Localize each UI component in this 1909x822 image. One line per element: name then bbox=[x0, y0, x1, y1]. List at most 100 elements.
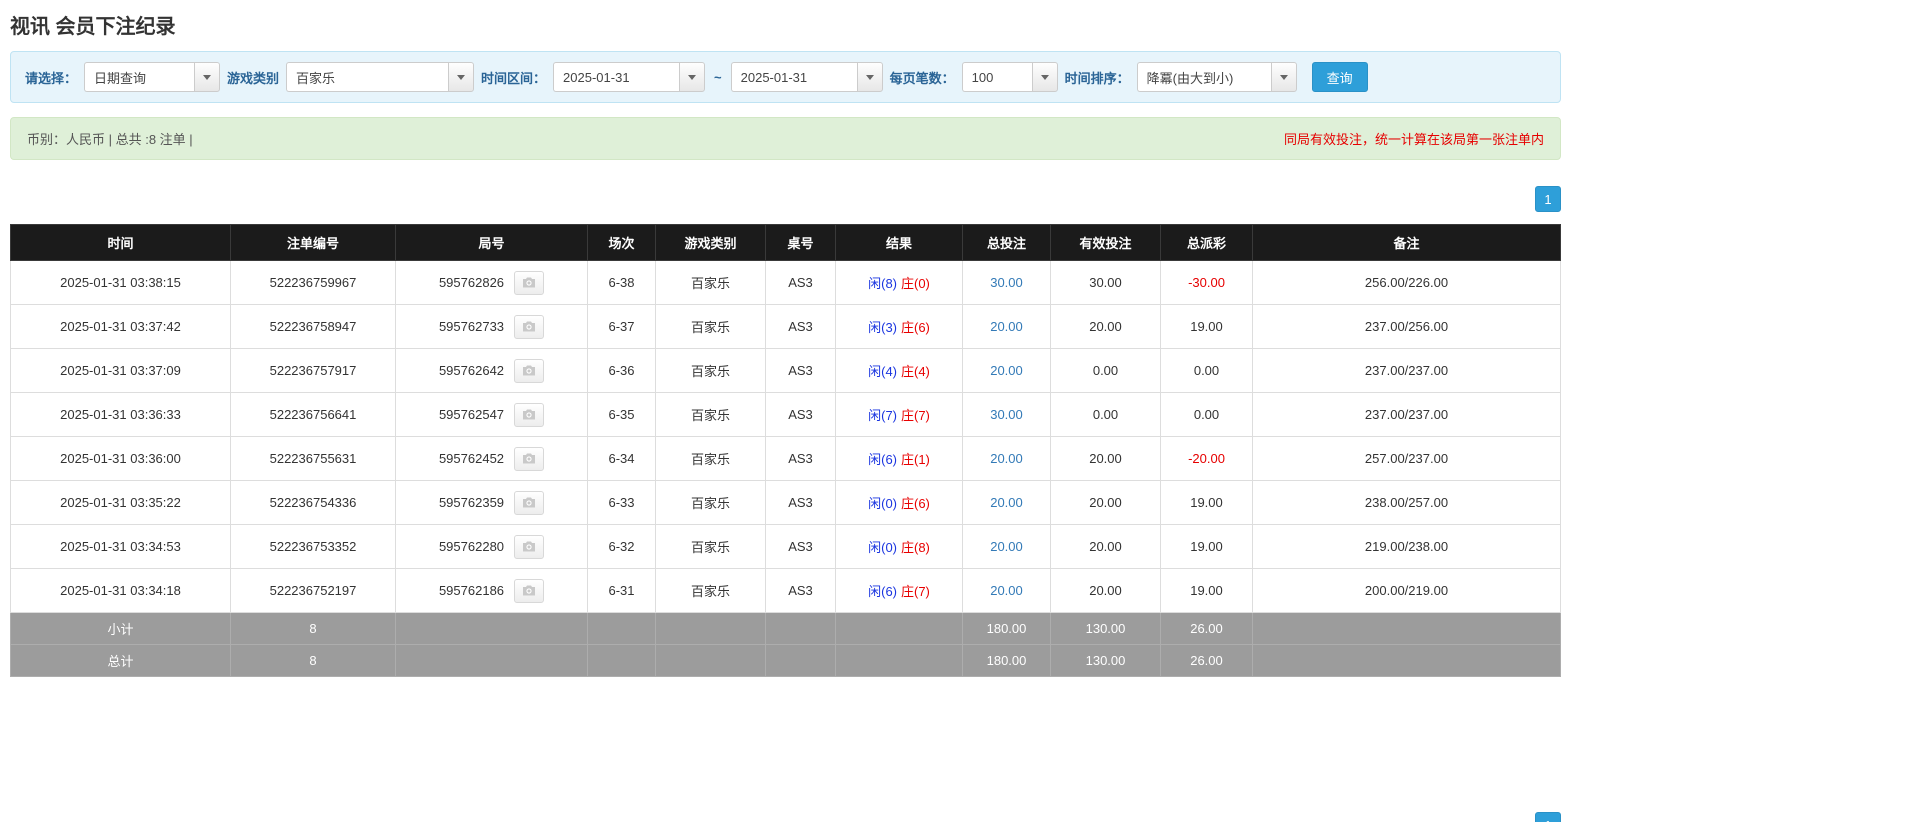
time-sort-label: 时间排序： bbox=[1064, 70, 1130, 86]
video-replay-button[interactable] bbox=[514, 534, 545, 559]
per-page-input[interactable] bbox=[961, 62, 1032, 92]
game-type-cell: 百家乐 bbox=[655, 524, 766, 569]
result-cell: 闲(4) 庄(4) bbox=[835, 348, 963, 393]
result-banker: 庄(7) bbox=[901, 584, 930, 599]
per-page-dropdown-button[interactable] bbox=[1031, 62, 1058, 92]
video-replay-button[interactable] bbox=[514, 402, 545, 427]
same-round-notice: 同局有效投注，统一计算在该局第一张注单内 bbox=[1283, 132, 1544, 147]
table-row: 2025-01-31 03:35:22 522236754336 5957623… bbox=[10, 480, 1561, 525]
page-1-button-bottom[interactable]: 1 bbox=[1535, 812, 1561, 822]
camera-icon bbox=[523, 453, 536, 464]
bet-id-cell: 522236753352 bbox=[230, 524, 396, 569]
table-row: 2025-01-31 03:34:18 522236752197 5957621… bbox=[10, 568, 1561, 613]
search-button[interactable]: 查询 bbox=[1311, 62, 1368, 92]
summary-label-cell: 小计 bbox=[10, 612, 231, 645]
round-number: 595762733 bbox=[438, 319, 505, 334]
time-sort-input[interactable] bbox=[1136, 62, 1271, 92]
camera-icon bbox=[523, 409, 536, 420]
time-cell: 2025-01-31 03:35:22 bbox=[10, 480, 231, 525]
video-replay-button[interactable] bbox=[514, 490, 545, 515]
chevron-down-icon bbox=[688, 74, 697, 80]
time-cell: 2025-01-31 03:38:15 bbox=[10, 260, 231, 305]
result-cell: 闲(7) 庄(7) bbox=[835, 392, 963, 437]
summary-bar: 币别：人民币 | 总共 :8 注单 | 同局有效投注，统一计算在该局第一张注单内 bbox=[10, 117, 1561, 160]
summary-empty-cell bbox=[1252, 612, 1561, 645]
valid-bet-cell: 20.00 bbox=[1050, 568, 1161, 613]
page-title: 视讯 会员下注纪录 bbox=[10, 16, 176, 38]
result-player: 闲(6) bbox=[868, 584, 897, 599]
time-range-label: 时间区间： bbox=[481, 70, 547, 86]
summary-empty-cell bbox=[835, 612, 963, 645]
camera-icon bbox=[523, 321, 536, 332]
valid-bet-cell: 0.00 bbox=[1050, 392, 1161, 437]
video-replay-button[interactable] bbox=[514, 314, 545, 339]
video-replay-button[interactable] bbox=[514, 358, 545, 383]
result-banker: 庄(6) bbox=[901, 496, 930, 511]
page-1-button[interactable]: 1 bbox=[1535, 186, 1561, 212]
camera-icon bbox=[523, 277, 536, 288]
result-cell: 闲(6) 庄(7) bbox=[835, 568, 963, 613]
result-banker: 庄(6) bbox=[901, 320, 930, 335]
bet-id-cell: 522236755631 bbox=[230, 436, 396, 481]
date-from-input[interactable] bbox=[553, 62, 680, 92]
note-cell: 256.00/226.00 bbox=[1252, 260, 1561, 305]
video-replay-button[interactable] bbox=[514, 578, 545, 603]
query-type-input[interactable] bbox=[84, 62, 195, 92]
total-bet-link[interactable]: 20.00 bbox=[990, 539, 1023, 554]
total-bet-link[interactable]: 20.00 bbox=[990, 451, 1023, 466]
note-cell: 237.00/237.00 bbox=[1252, 348, 1561, 393]
result-cell: 闲(0) 庄(6) bbox=[835, 480, 963, 525]
chevron-down-icon bbox=[865, 74, 874, 80]
table-row: 2025-01-31 03:37:42 522236758947 5957627… bbox=[10, 304, 1561, 349]
column-header: 总投注 bbox=[962, 224, 1051, 261]
game-type-combo bbox=[286, 62, 475, 92]
date-to-dropdown-button[interactable] bbox=[856, 62, 883, 92]
time-cell: 2025-01-31 03:36:33 bbox=[10, 392, 231, 437]
total-bet-link[interactable]: 30.00 bbox=[990, 407, 1023, 422]
time-cell: 2025-01-31 03:34:18 bbox=[10, 568, 231, 613]
game-type-dropdown-button[interactable] bbox=[448, 62, 475, 92]
column-header: 桌号 bbox=[765, 224, 836, 261]
total-bet-link[interactable]: 20.00 bbox=[990, 319, 1023, 334]
total-bet-link[interactable]: 20.00 bbox=[990, 583, 1023, 598]
payout-cell: -30.00 bbox=[1160, 260, 1253, 305]
result-player: 闲(0) bbox=[868, 496, 897, 511]
time-sort-dropdown-button[interactable] bbox=[1270, 62, 1297, 92]
table-body: 2025-01-31 03:38:15 522236759967 5957628… bbox=[10, 260, 1561, 613]
date-to-input[interactable] bbox=[730, 62, 857, 92]
note-cell: 200.00/219.00 bbox=[1252, 568, 1561, 613]
game-type-cell: 百家乐 bbox=[655, 348, 766, 393]
game-type-input[interactable] bbox=[286, 62, 449, 92]
per-page-combo bbox=[961, 62, 1058, 92]
chevron-down-icon bbox=[457, 74, 466, 80]
payout-cell: 19.00 bbox=[1160, 568, 1253, 613]
summary-empty-cell bbox=[395, 612, 588, 645]
valid-bet-cell: 20.00 bbox=[1050, 436, 1161, 481]
table-number-cell: AS3 bbox=[765, 436, 836, 481]
camera-icon bbox=[523, 365, 536, 376]
result-cell: 闲(3) 庄(6) bbox=[835, 304, 963, 349]
bet-id-cell: 522236758947 bbox=[230, 304, 396, 349]
total-bet-link[interactable]: 30.00 bbox=[990, 275, 1023, 290]
summary-empty-cell bbox=[587, 644, 656, 677]
total-bet-link[interactable]: 20.00 bbox=[990, 363, 1023, 378]
note-cell: 219.00/238.00 bbox=[1252, 524, 1561, 569]
round-cell: 595762186 bbox=[395, 568, 588, 613]
chevron-down-icon bbox=[1040, 74, 1049, 80]
table-number-cell: AS3 bbox=[765, 304, 836, 349]
summary-empty-cell bbox=[765, 612, 836, 645]
table-number-cell: AS3 bbox=[765, 392, 836, 437]
video-replay-button[interactable] bbox=[514, 270, 545, 295]
total-bet-link[interactable]: 20.00 bbox=[990, 495, 1023, 510]
pagination-top: 1 bbox=[10, 186, 1561, 212]
payout-cell: 19.00 bbox=[1160, 480, 1253, 525]
table-number-cell: AS3 bbox=[765, 480, 836, 525]
result-banker: 庄(4) bbox=[901, 364, 930, 379]
video-replay-button[interactable] bbox=[514, 446, 545, 471]
column-header: 总派彩 bbox=[1160, 224, 1253, 261]
date-from-dropdown-button[interactable] bbox=[679, 62, 706, 92]
summary-label-cell: 总计 bbox=[10, 644, 231, 677]
summary-payout-cell: 26.00 bbox=[1160, 644, 1253, 677]
query-type-dropdown-button[interactable] bbox=[194, 62, 221, 92]
total-bet-cell: 30.00 bbox=[962, 260, 1051, 305]
